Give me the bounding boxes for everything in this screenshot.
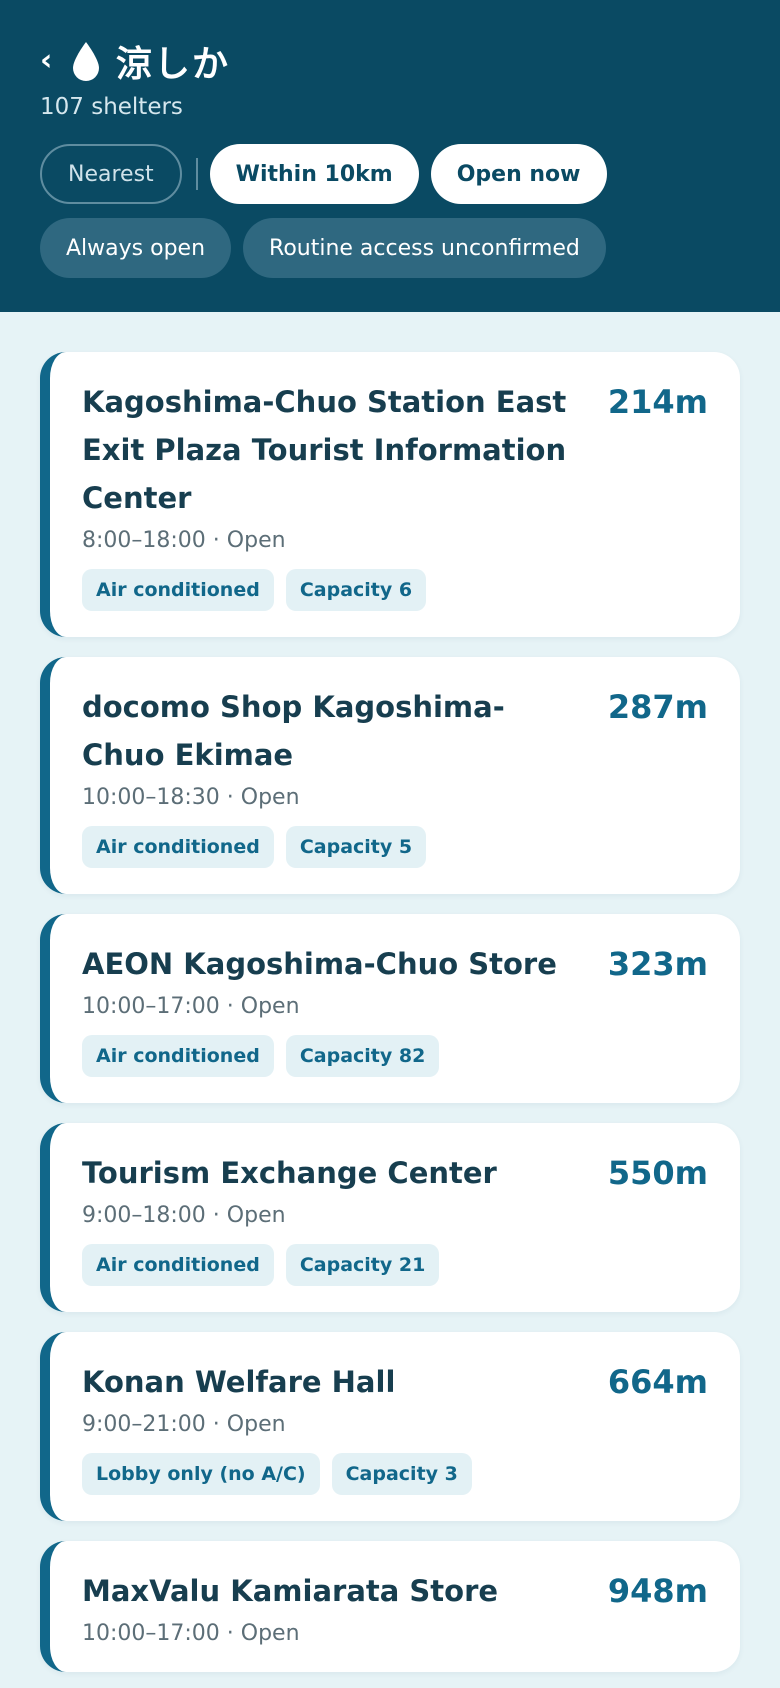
shelter-name: Konan Welfare Hall [82,1365,396,1399]
shelter-distance: 323m [607,945,708,983]
shelter-hours: 9:00–18:00 · Open [82,1203,286,1228]
shelter-name: docomo Shop Kagoshima-Chuo Ekimae [82,690,505,772]
water-drop-icon [73,42,99,81]
shelter-card[interactable]: AEON Kagoshima-Chuo Store 323m 10:00–17:… [40,914,740,1103]
shelter-name: Kagoshima-Chuo Station East Exit Plaza T… [82,385,567,515]
app-header: ‹ 涼しか 107 shelters Nearest Within 10km O… [0,0,780,312]
shelter-name: Tourism Exchange Center [82,1156,497,1190]
filter-divider [195,158,198,190]
shelter-tags: Air conditioned Capacity 82 [82,1035,708,1077]
shelter-hours: 10:00–17:00 · Open [82,994,300,1019]
shelter-card[interactable]: Kagoshima-Chuo Station East Exit Plaza T… [40,352,740,637]
tag-lobby-only: Lobby only (no A/C) [82,1453,320,1495]
shelter-hours: 9:00–21:00 · Open [82,1412,286,1437]
routine-access-unconfirmed-chip[interactable]: Routine access unconfirmed [243,218,606,278]
app-title: 涼しか [116,44,231,85]
shelter-distance: 287m [607,688,708,726]
shelter-name: AEON Kagoshima-Chuo Store [82,947,557,981]
tag-air-conditioned: Air conditioned [82,1244,274,1286]
shelter-card[interactable]: docomo Shop Kagoshima-Chuo Ekimae 287m 1… [40,657,740,894]
within-10km-chip[interactable]: Within 10km [209,144,419,204]
tag-air-conditioned: Air conditioned [82,826,274,868]
open-now-chip[interactable]: Open now [430,144,607,204]
shelter-tags: Lobby only (no A/C) Capacity 3 [82,1453,708,1495]
shelter-name: MaxValu Kamiarata Store [82,1574,499,1608]
back-chevron-icon[interactable]: ‹ [40,46,58,76]
tag-capacity: Capacity 6 [285,569,427,611]
shelter-tags: Air conditioned Capacity 5 [82,826,708,868]
shelter-distance: 664m [607,1363,708,1401]
tag-capacity: Capacity 82 [285,1035,440,1077]
shelter-hours: 10:00–17:00 · Open [82,1621,300,1646]
tag-air-conditioned: Air conditioned [82,1035,274,1077]
shelter-distance: 214m [607,383,708,421]
shelter-card[interactable]: MaxValu Kamiarata Store 948m 10:00–17:00… [40,1541,740,1672]
shelter-card[interactable]: Konan Welfare Hall 664m 9:00–21:00 · Ope… [40,1332,740,1521]
shelter-hours: 8:00–18:00 · Open [82,528,286,553]
filter-row-secondary: Always open Routine access unconfirmed [40,218,740,278]
tag-air-conditioned: Air conditioned [82,569,274,611]
always-open-chip[interactable]: Always open [40,218,232,278]
tag-capacity: Capacity 5 [285,826,427,868]
shelter-distance: 550m [607,1154,708,1192]
shelter-count: 107 shelters [40,94,183,120]
filter-row-primary: Nearest Within 10km Open now [40,144,740,204]
sort-nearest-chip[interactable]: Nearest [40,144,182,204]
shelter-hours: 10:00–18:30 · Open [82,785,300,810]
shelter-tags: Air conditioned Capacity 21 [82,1244,708,1286]
tag-capacity: Capacity 21 [285,1244,440,1286]
shelter-list: Kagoshima-Chuo Station East Exit Plaza T… [0,312,780,1672]
shelter-tags: Air conditioned Capacity 6 [82,569,708,611]
tag-capacity: Capacity 3 [331,1453,472,1495]
title-row: ‹ 涼しか [40,38,740,85]
shelter-card[interactable]: Tourism Exchange Center 550m 9:00–18:00 … [40,1123,740,1312]
shelter-distance: 948m [607,1572,708,1610]
